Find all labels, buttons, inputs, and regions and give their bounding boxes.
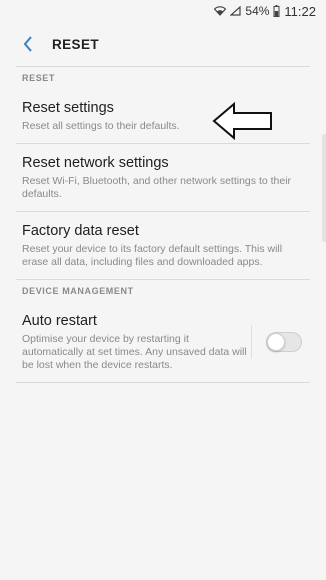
page-title: RESET — [52, 36, 100, 52]
item-description: Reset Wi-Fi, Bluetooth, and other networ… — [22, 175, 292, 200]
item-title: Factory data reset — [22, 223, 139, 239]
clock: 11:22 — [284, 3, 316, 19]
item-title: Auto restart — [22, 313, 97, 329]
left-pointing-arrow-icon — [212, 101, 274, 145]
section-header-device-management: DEVICE MANAGEMENT — [22, 286, 134, 296]
back-arrow-icon[interactable] — [16, 32, 40, 56]
wifi-icon — [214, 6, 227, 16]
reset-network-settings-item[interactable]: Reset network settings Reset Wi-Fi, Blue… — [0, 144, 326, 211]
reset-settings-item[interactable]: Reset settings Reset all settings to the… — [0, 89, 326, 143]
item-description: Reset your device to its factory default… — [22, 243, 283, 268]
vertical-divider — [251, 325, 252, 359]
item-title: Reset network settings — [22, 155, 169, 171]
factory-data-reset-item[interactable]: Factory data reset Reset your device to … — [0, 212, 326, 279]
edge-panel-handle[interactable] — [322, 134, 326, 242]
app-bar: RESET — [0, 22, 326, 66]
battery-percent: 54% — [245, 4, 270, 18]
divider — [16, 382, 310, 383]
section-header-reset: RESET — [22, 73, 56, 83]
status-bar: 54% 11:22 — [0, 0, 326, 22]
item-description: Optimise your device by restarting it au… — [22, 333, 247, 371]
auto-restart-item[interactable]: Auto restart Optimise your device by res… — [0, 302, 326, 382]
battery-icon — [273, 5, 280, 17]
toggle-knob — [267, 333, 285, 351]
auto-restart-toggle[interactable] — [266, 332, 302, 352]
signal-icon — [230, 6, 241, 16]
